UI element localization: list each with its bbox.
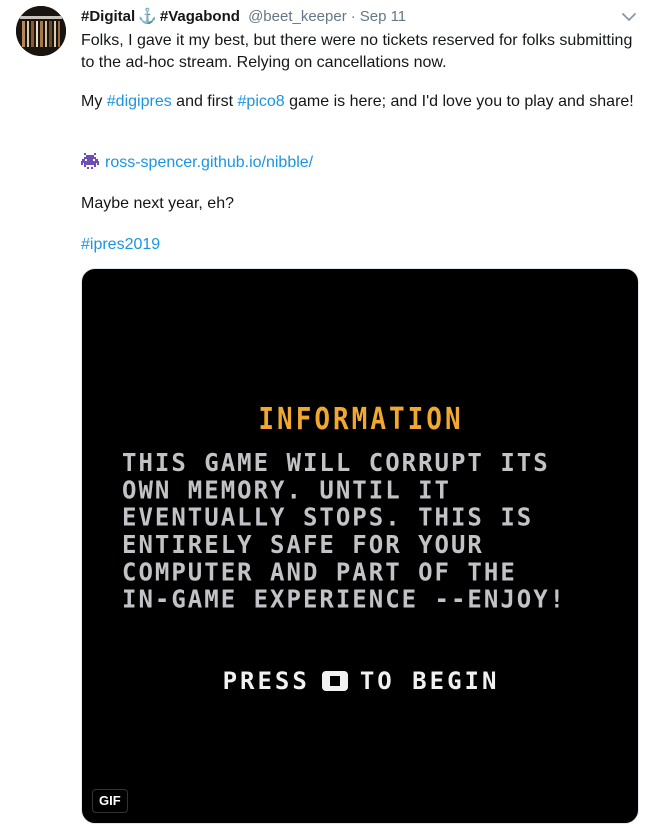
tweet-paragraph-1: Folks, I gave it my best, but there were…	[81, 32, 633, 71]
hashtag-pico8[interactable]: #pico8	[238, 93, 285, 110]
tweet-date[interactable]: Sep 11	[360, 8, 406, 25]
display-name[interactable]: #Digital	[81, 8, 135, 25]
paragraph-2-middle: and first	[171, 93, 238, 110]
tweet-header: #Digital ⚓ #Vagabond @beet_keeper · Sep 11	[81, 6, 406, 28]
display-name-suffix[interactable]: #Vagabond	[160, 8, 240, 25]
game-info-title: INFORMATION	[258, 402, 464, 438]
tweet-paragraph-2: My #digipres and first #pico8 game is he…	[81, 91, 641, 113]
bookshelf-avatar-icon	[16, 6, 66, 56]
button-x-icon	[321, 671, 348, 691]
hashtag-ipres2019[interactable]: #ipres2019	[81, 236, 160, 253]
chevron-down-icon[interactable]	[618, 6, 640, 28]
paragraph-2-prefix: My	[81, 93, 107, 110]
avatar[interactable]	[16, 6, 66, 56]
tweet-link-line: ross-spencer.github.io/nibble/	[81, 152, 641, 174]
press-prefix: PRESS	[222, 667, 310, 695]
separator-dot: ·	[350, 8, 356, 25]
game-info-body: THIS GAME WILL CORRUPT ITS OWN MEMORY. U…	[122, 447, 567, 614]
tweet-paragraph-4: Maybe next year, eh?	[81, 195, 234, 212]
press-to-begin: PRESS TO BEGIN	[82, 667, 638, 695]
gif-badge: GIF	[92, 789, 128, 813]
tweet-hashtag-line: #ipres2019	[81, 234, 641, 256]
anchor-icon: ⚓	[138, 8, 157, 25]
user-handle[interactable]: @beet_keeper	[248, 8, 347, 25]
press-suffix: TO BEGIN	[359, 667, 500, 695]
hashtag-digipres[interactable]: #digipres	[107, 93, 172, 110]
paragraph-2-suffix: game is here; and I'd love you to play a…	[284, 93, 634, 110]
media-gif[interactable]: INFORMATION THIS GAME WILL CORRUPT ITS O…	[81, 268, 639, 824]
game-link[interactable]: ross-spencer.github.io/nibble/	[105, 154, 313, 171]
space-invader-icon	[81, 153, 99, 169]
